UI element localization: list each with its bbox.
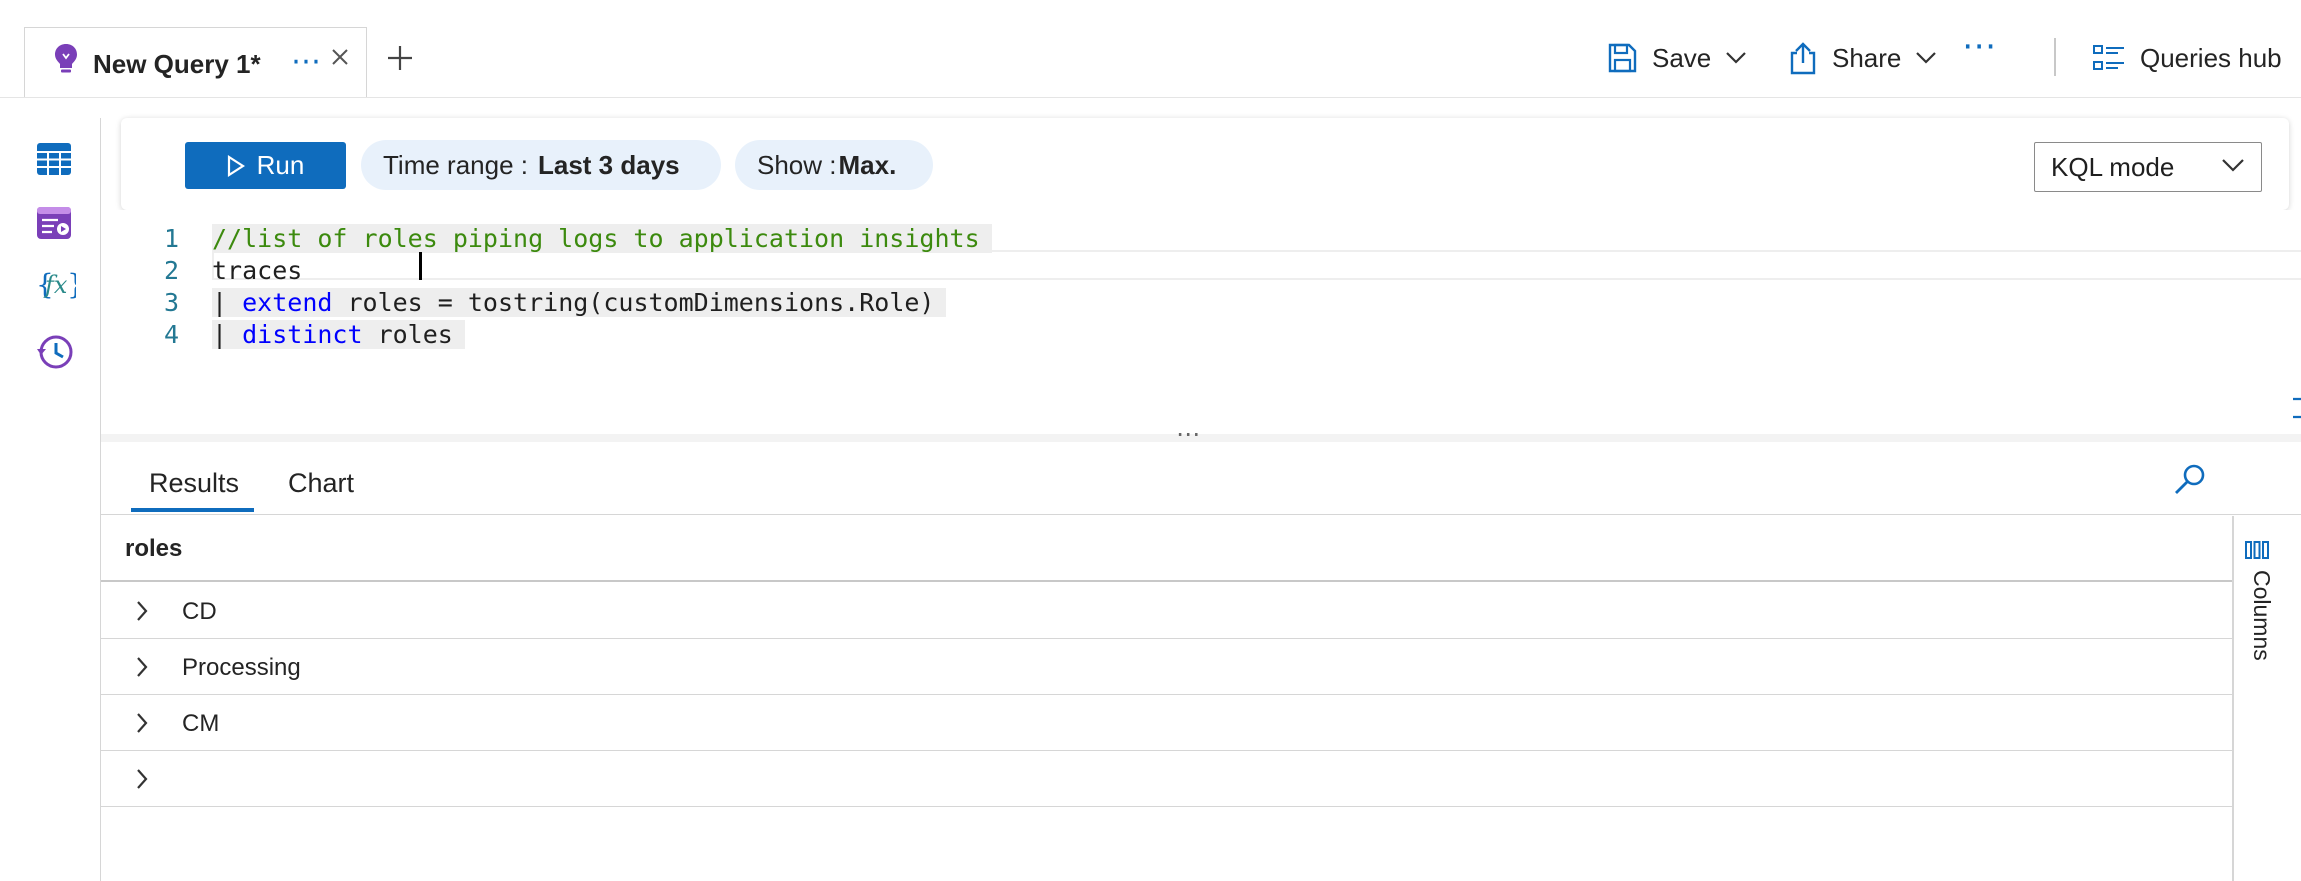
play-icon [227,154,245,177]
close-icon[interactable] [331,48,349,66]
pipe-operator: | [212,288,243,317]
code-text: traces [212,256,318,285]
run-button[interactable]: Run [185,142,346,189]
tab-chart[interactable]: Chart [288,468,354,499]
line-number: 2 [163,256,179,285]
query-tab[interactable]: New Query 1* ⋯ [24,27,367,97]
save-button[interactable]: Save [1606,38,1747,78]
line-number: 4 [163,320,179,349]
code-text: | extend roles = tostring(customDimensio… [212,288,947,317]
time-range-value: Last 3 days [537,149,680,180]
chevron-right-icon[interactable] [135,712,149,734]
side-panel-divider [2232,516,2234,881]
column-header-roles[interactable]: roles [101,516,2232,582]
code-expression: roles [362,320,453,349]
history-icon[interactable] [36,333,74,371]
cell-value: CD [182,598,217,625]
queries-icon[interactable] [36,206,72,240]
cell-value: CM [182,710,220,737]
line-number: 1 [163,224,179,253]
show-limit-picker[interactable]: Show : Max. [735,140,933,190]
queries-hub-icon [2092,43,2126,73]
functions-icon[interactable]: { fx } [36,266,76,304]
share-button[interactable]: Share [1788,38,1937,78]
queries-hub-label: Queries hub [2140,42,2282,73]
chevron-right-icon[interactable] [135,600,149,622]
search-icon[interactable] [2172,462,2208,498]
table-row[interactable]: CD [101,582,2232,639]
text-caret [419,252,422,280]
chevron-right-icon[interactable] [135,656,149,678]
pipe-operator: | [212,320,243,349]
columns-panel-label[interactable]: Columns [2248,570,2275,661]
cell-value: Processing [182,654,301,681]
add-tab-icon[interactable] [386,44,414,72]
code-line: 1 //list of roles piping logs to applica… [101,224,2301,256]
svg-text:}: } [67,268,76,301]
code-keyword: distinct [242,320,363,349]
code-keyword: extend [242,288,333,317]
tabbar-divider [0,97,2301,98]
table-row[interactable]: CM [101,694,2232,751]
splitter-grip-icon[interactable]: ⋯ [1176,420,1202,449]
tab-results[interactable]: Results [149,468,239,499]
time-range-label: Time range : [383,149,528,180]
format-query-icon[interactable] [2291,396,2301,422]
more-options-icon[interactable]: ⋯ [1962,26,1999,66]
code-line: 3 | extend roles = tostring(customDimens… [101,288,2301,320]
active-tab-indicator [131,508,254,512]
table-row[interactable] [101,750,2232,807]
code-text: | distinct roles [212,320,465,349]
toolbar-divider [2054,38,2056,76]
columns-icon [2244,540,2270,560]
save-label: Save [1652,42,1712,73]
query-editor[interactable]: 1 //list of roles piping logs to applica… [101,210,2301,436]
save-icon [1606,42,1638,74]
time-range-picker[interactable]: Time range : Last 3 days [361,140,721,190]
tables-icon[interactable] [36,142,72,176]
lightbulb-icon [53,42,79,76]
results-divider [101,514,2301,515]
share-label: Share [1832,42,1902,73]
run-label: Run [256,150,305,180]
tab-more-icon[interactable]: ⋯ [291,44,323,79]
svg-text:fx: fx [43,271,68,299]
chevron-down-icon [1915,51,1937,65]
kql-mode-select[interactable]: KQL mode [2034,142,2262,192]
queries-hub-button[interactable]: Queries hub [2092,38,2282,78]
show-value: Max. [838,149,897,180]
chevron-down-icon [2221,157,2245,173]
share-icon [1788,41,1818,75]
code-line: 4 | distinct roles [101,320,2301,352]
chevron-down-icon [1725,51,1747,65]
code-line: 2 traces [101,256,2301,288]
show-label: Show : [757,149,837,180]
line-number: 3 [163,288,179,317]
column-header-label: roles [125,535,183,562]
code-comment: //list of roles piping logs to applicati… [212,224,992,253]
tab-title: New Query 1* [93,49,261,79]
code-expression: roles = tostring(customDimensions.Role) [332,288,935,317]
chevron-right-icon[interactable] [135,768,149,790]
table-row[interactable]: Processing [101,638,2232,695]
kql-mode-value: KQL mode [2051,151,2175,182]
